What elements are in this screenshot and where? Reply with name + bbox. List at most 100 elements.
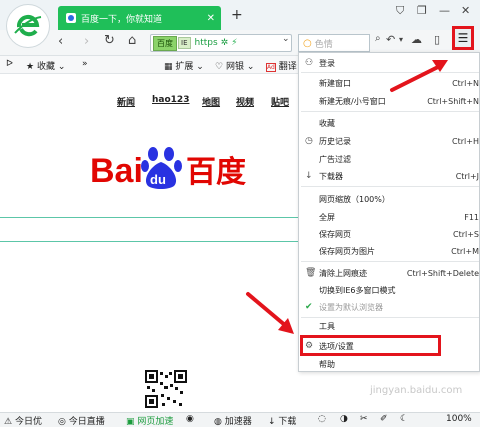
status-night-icon[interactable]: ☾	[400, 414, 408, 424]
menu-item-help[interactable]: 帮助	[299, 356, 480, 372]
search-input[interactable]: ○ 色情	[298, 34, 370, 52]
status-screenshot-icon[interactable]: ✂	[360, 414, 368, 424]
menu-item-zoom[interactable]: 网页缩放（100%）	[299, 191, 480, 207]
translate-button[interactable]: Ad 翻译	[266, 59, 297, 72]
skin-icon[interactable]: ⛉	[396, 4, 404, 18]
back-icon[interactable]: ‹	[58, 34, 63, 49]
menu-item-tools[interactable]: 工具	[299, 318, 480, 334]
menu-label: 工具	[319, 321, 335, 331]
status-label: 下载	[278, 417, 297, 427]
menu-shortcut: Ctrl+Shift+Delete	[406, 268, 479, 278]
menu-item-save-as-image[interactable]: 保存网页为图片 Ctrl+M	[299, 243, 480, 259]
menu-item-new-incognito-window[interactable]: 新建无痕/小号窗口 Ctrl+Shift+N	[299, 93, 480, 109]
menu-item-fullscreen[interactable]: 全屏 F11	[299, 209, 480, 225]
menu-label: 全屏	[319, 212, 335, 222]
search-icon[interactable]: ⌕	[375, 33, 381, 44]
mode-label[interactable]: 百度	[153, 35, 177, 51]
check-icon: ✔	[305, 302, 313, 312]
baidu-search-box[interactable]	[0, 220, 300, 242]
link-tieba[interactable]: 贴吧	[271, 95, 289, 108]
highlight-options-settings	[300, 335, 441, 356]
refresh-icon[interactable]: ↻	[104, 33, 115, 48]
bookmark-more[interactable]: »	[82, 59, 88, 69]
address-dropdown-icon[interactable]: ⌄	[282, 34, 290, 44]
status-accelerator-button[interactable]: ◍ 加速器	[214, 414, 252, 427]
close-tab-icon[interactable]: ✕	[207, 13, 215, 24]
speed-icon[interactable]: ⚡	[231, 38, 237, 48]
menu-separator	[301, 261, 479, 262]
menu-item-clear-traces[interactable]: 🗑 清除上网痕迹 Ctrl+Shift+Delete	[299, 265, 480, 281]
status-sound-icon[interactable]: ◑	[340, 414, 348, 424]
undo-icon[interactable]: ↶	[386, 33, 395, 46]
device-icon[interactable]: ▯	[434, 33, 440, 46]
menu-label: 帮助	[319, 359, 335, 369]
bookmark-favorites-label: 收藏	[36, 62, 55, 72]
menu-separator	[301, 186, 479, 187]
link-video[interactable]: 视频	[236, 95, 254, 108]
forward-icon[interactable]: ›	[84, 34, 89, 49]
menu-label: 历史记录	[319, 136, 351, 146]
search-placeholder: 色情	[314, 39, 333, 50]
extensions-button[interactable]: ▦ 扩展 ⌄	[164, 59, 204, 72]
status-news-button[interactable]: ⚠ 今日优	[4, 414, 42, 427]
menu-item-save-page[interactable]: 保存网页 Ctrl+S	[299, 226, 480, 242]
status-label: 网页加速	[137, 417, 174, 427]
home-icon[interactable]: ⌂	[128, 33, 136, 48]
status-cleanup-icon[interactable]: ✐	[380, 414, 388, 424]
tab-baidu[interactable]: 百度一下，你就知道 ✕	[58, 6, 221, 30]
main-menu-button[interactable]: ☰	[452, 26, 474, 50]
status-tool-icon[interactable]: ◌	[318, 414, 326, 424]
baidu-logo: Bai du 百度	[90, 147, 246, 190]
menu-item-default-browser[interactable]: ✔ 设置为默认浏览器	[299, 299, 480, 315]
link-hao123[interactable]: hao123	[152, 95, 189, 105]
menu-label: 清除上网痕迹	[319, 268, 367, 278]
compat-mode-icon[interactable]: IE	[178, 37, 191, 49]
sidebar-toggle-icon[interactable]: ᐅ	[6, 59, 13, 69]
menu-label: 网页缩放（100%）	[319, 194, 390, 204]
menu-label: 设置为默认浏览器	[319, 302, 383, 312]
security-icon[interactable]: ✲	[221, 38, 229, 48]
online-banking-label: 网银	[225, 62, 244, 72]
undo-dropdown-icon[interactable]: ▾	[399, 35, 403, 44]
link-map[interactable]: 地图	[202, 95, 220, 108]
menu-separator	[301, 72, 479, 73]
translate-icon: Ad	[266, 63, 276, 72]
zoom-level[interactable]: 100%	[446, 414, 472, 424]
status-download-button[interactable]: ↓ 下载	[268, 414, 296, 427]
menu-shortcut: Ctrl+N	[452, 78, 479, 88]
address-bar[interactable]: 百度 IE https ✲ ⚡	[150, 34, 292, 52]
bookmark-favorites[interactable]: ★ 收藏 ⌄	[26, 59, 65, 72]
menu-item-login[interactable]: ⚇ 登录	[299, 55, 480, 71]
menu-item-downloader[interactable]: ↓ 下载器 Ctrl+J	[299, 168, 480, 184]
link-news[interactable]: 新闻	[117, 95, 135, 108]
menu-label: 广告过滤	[319, 154, 351, 164]
browser-logo-icon[interactable]	[6, 4, 50, 48]
menu-label: 切换到IE6多窗口模式	[319, 285, 396, 295]
clock-icon: ◷	[305, 136, 313, 146]
minimize-icon[interactable]: —	[439, 4, 450, 17]
restore-icon[interactable]: ❐	[417, 4, 427, 17]
menu-item-ie6-mode[interactable]: 切换到IE6多窗口模式	[299, 282, 480, 298]
menu-item-new-window[interactable]: 新建窗口 Ctrl+N	[299, 75, 480, 91]
close-window-icon[interactable]: ✕	[461, 4, 470, 17]
main-menu: ⚇ 登录 新建窗口 Ctrl+N 新建无痕/小号窗口 Ctrl+Shift+N 收藏 …	[298, 52, 480, 372]
status-speed-icon[interactable]: ◉	[186, 414, 194, 424]
status-label: 今日优	[14, 417, 42, 427]
menu-label: 登录	[319, 58, 335, 68]
menu-item-ad-filter[interactable]: 广告过滤	[299, 151, 480, 167]
svg-text:du: du	[150, 172, 166, 187]
status-live-button[interactable]: ◎ 今日直播	[58, 414, 105, 427]
svg-text:百度: 百度	[186, 155, 246, 190]
cloud-icon[interactable]: ☁	[411, 33, 422, 46]
qr-code	[145, 370, 187, 408]
status-accelerate-button[interactable]: ▣ 网页加速	[126, 414, 173, 427]
online-banking-button[interactable]: ♡ 网银 ⌄	[215, 59, 254, 72]
menu-item-history[interactable]: ◷ 历史记录 Ctrl+H	[299, 133, 480, 149]
menu-label: 下载器	[319, 171, 343, 181]
new-tab-button[interactable]: +	[231, 7, 243, 23]
url-prefix: https	[194, 38, 218, 48]
extensions-label: 扩展	[175, 62, 194, 72]
watermark: jingyan.baidu.com	[370, 385, 463, 396]
menu-item-favorites[interactable]: 收藏	[299, 115, 480, 131]
translate-label: 翻译	[278, 62, 297, 72]
